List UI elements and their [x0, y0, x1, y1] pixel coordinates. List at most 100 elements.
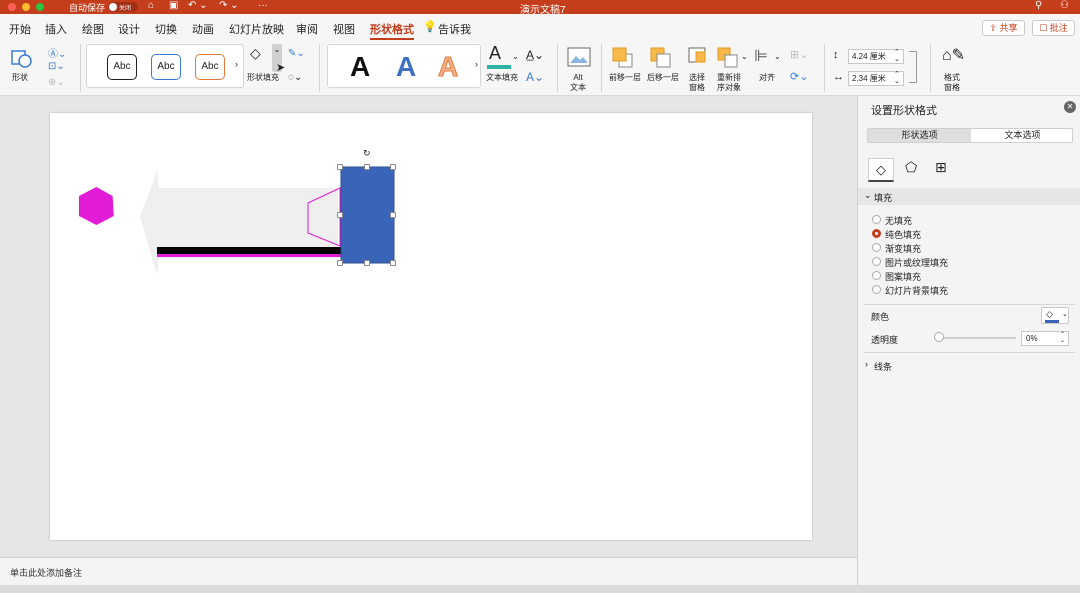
send-backward-icon[interactable]	[649, 46, 673, 70]
effects-pentagon-icon[interactable]: ⬠	[905, 159, 917, 176]
rotate-icon[interactable]: ⟳⌄	[790, 70, 808, 83]
tab-shape-format[interactable]: 形状格式	[370, 21, 414, 40]
resize-handle-top[interactable]	[364, 164, 370, 170]
minimize-window-button[interactable]	[22, 3, 30, 11]
tab-animations[interactable]: 动画	[192, 21, 214, 37]
align-icon[interactable]: ⊫	[754, 46, 768, 66]
paint-bucket-icon[interactable]: ◇	[250, 45, 261, 62]
wordart-style-1[interactable]: A	[350, 51, 370, 83]
lock-aspect-icon[interactable]	[909, 51, 917, 83]
wordart-style-3[interactable]: A	[437, 51, 458, 83]
reorder-dropdown[interactable]: ⌄	[741, 52, 748, 61]
close-window-button[interactable]	[8, 3, 16, 11]
gallery-next-icon[interactable]: ›	[235, 59, 238, 69]
resize-handle-top-left[interactable]	[337, 164, 343, 170]
magenta-hexagon[interactable]	[79, 187, 114, 225]
fill-line-icon[interactable]: ◇	[868, 158, 894, 182]
radio-no-fill[interactable]	[872, 215, 881, 224]
slide[interactable]: ↻	[50, 113, 812, 540]
transparency-slider-thumb[interactable]	[934, 332, 944, 342]
text-effects-icon[interactable]: A⌄	[526, 70, 544, 84]
tab-slideshow[interactable]: 幻灯片放映	[229, 21, 284, 37]
search-icon[interactable]: ⚲	[1035, 0, 1042, 11]
magenta-line[interactable]	[157, 254, 343, 257]
save-icon[interactable]: ▣	[169, 0, 178, 11]
rotate-handle-icon[interactable]: ↻	[363, 148, 371, 159]
tab-text-options[interactable]: 文本选项	[971, 129, 1074, 142]
tab-insert[interactable]: 插入	[45, 21, 67, 37]
resize-handle-left[interactable]	[337, 212, 343, 218]
width-stepper[interactable]: ⌃ ⌄	[894, 71, 900, 85]
height-stepper[interactable]: ⌃ ⌄	[894, 49, 900, 63]
shapes-icon[interactable]	[11, 47, 33, 69]
chevron-right-icon: ›	[865, 359, 868, 369]
radio-picture-fill[interactable]	[872, 257, 881, 266]
resize-handle-top-right[interactable]	[390, 164, 396, 170]
resize-handle-bottom-right[interactable]	[390, 260, 396, 266]
selection-pane-label: 选择 窗格	[689, 73, 705, 92]
shape-outline-icon[interactable]: ✎⌄	[288, 48, 305, 59]
radio-gradient-fill[interactable]	[872, 243, 881, 252]
transparency-slider-track[interactable]	[938, 337, 1016, 339]
wordart-style-2[interactable]: A	[396, 51, 416, 83]
undo-icon[interactable]: ↶ ⌄	[188, 0, 208, 11]
reorder-objects-icon[interactable]	[716, 46, 740, 70]
tab-shape-options[interactable]: 形状选项	[868, 129, 971, 142]
text-fill-icon[interactable]: A	[489, 43, 501, 64]
text-fill-dropdown[interactable]: ⌄	[512, 52, 519, 61]
ribbon: 形状 Ⓐ⌄ ⊡⌄ ⊕⌄ Abc Abc Abc › ◇ ⌄ 形状填充 ➤ ✎⌄ …	[0, 40, 1080, 96]
account-icon[interactable]: ⚇	[1060, 0, 1069, 11]
align-dropdown[interactable]: ⌄	[774, 52, 781, 61]
alt-text-label: Alt 文本	[570, 73, 586, 92]
selection-pane-icon[interactable]	[687, 46, 711, 70]
alt-text-icon[interactable]	[567, 47, 591, 69]
zoom-window-button[interactable]	[36, 3, 44, 11]
resize-handle-bottom-left[interactable]	[337, 260, 343, 266]
selected-blue-rectangle[interactable]	[340, 166, 395, 264]
tab-home[interactable]: 开始	[9, 21, 31, 37]
tab-review[interactable]: 审阅	[296, 21, 318, 37]
format-shape-pane: 设置形状格式 ✕ 形状选项 文本选项 ◇ ⬠ ⊞ ⌄ 填充 无填充 纯色填充 渐…	[857, 96, 1080, 585]
group-icon[interactable]: ⊞⌄	[790, 48, 808, 61]
text-outline-icon[interactable]: A̲⌄	[526, 48, 544, 62]
shape-style-1[interactable]: Abc	[107, 54, 137, 80]
format-pane-icon[interactable]: ⌂✎	[942, 45, 965, 65]
edit-shape-icon[interactable]: ⊡⌄	[48, 61, 65, 72]
tab-tell-me[interactable]: 告诉我	[438, 21, 471, 37]
tab-design[interactable]: 设计	[118, 21, 140, 37]
fill-section-label: 填充	[874, 193, 893, 203]
notes-pane[interactable]: 单击此处添加备注	[0, 557, 857, 585]
merge-shapes-icon[interactable]: ⊕⌄	[48, 77, 65, 88]
redo-icon[interactable]: ↷ ⌄	[219, 0, 239, 11]
home-icon[interactable]: ⌂	[148, 0, 154, 11]
shape-effects-icon[interactable]: ◌⌄	[288, 72, 302, 83]
share-button[interactable]: ⇪ 共享	[982, 20, 1025, 36]
radio-solid-fill[interactable]	[872, 229, 881, 238]
solid-fill-label: 纯色填充	[885, 230, 922, 240]
tab-draw[interactable]: 绘图	[82, 21, 104, 37]
transparency-label: 透明度	[871, 335, 899, 345]
color-picker-button[interactable]: ◇ ⌄	[1041, 307, 1069, 324]
transparency-stepper[interactable]: ⌃ ⌄	[1060, 332, 1065, 344]
pane-close-icon[interactable]: ✕	[1064, 101, 1076, 113]
size-properties-icon[interactable]: ⊞	[935, 159, 947, 176]
bring-forward-icon[interactable]	[611, 46, 635, 70]
shape-style-2[interactable]: Abc	[151, 54, 181, 80]
more-icon[interactable]: ···	[258, 0, 268, 11]
comments-button[interactable]: ☐ 批注	[1032, 20, 1075, 36]
wordart-next-icon[interactable]: ›	[475, 59, 478, 69]
tab-transitions[interactable]: 切换	[155, 21, 177, 37]
fill-section-header[interactable]: ⌄ 填充	[858, 188, 1080, 205]
textbox-icon[interactable]: Ⓐ⌄	[48, 45, 66, 60]
shape-style-3[interactable]: Abc	[195, 54, 225, 80]
bring-forward-label: 前移一层	[609, 73, 641, 82]
radio-slide-background-fill[interactable]	[872, 285, 881, 294]
autosave-toggle[interactable]: 关闭	[108, 2, 138, 12]
resize-handle-bottom[interactable]	[364, 260, 370, 266]
resize-handle-right[interactable]	[390, 212, 396, 218]
line-section-header[interactable]: › 线条	[858, 357, 1080, 372]
radio-pattern-fill[interactable]	[872, 271, 881, 280]
chevron-down-icon: ⌄	[864, 190, 872, 200]
tab-view[interactable]: 视图	[333, 21, 355, 37]
black-line[interactable]	[157, 247, 343, 254]
